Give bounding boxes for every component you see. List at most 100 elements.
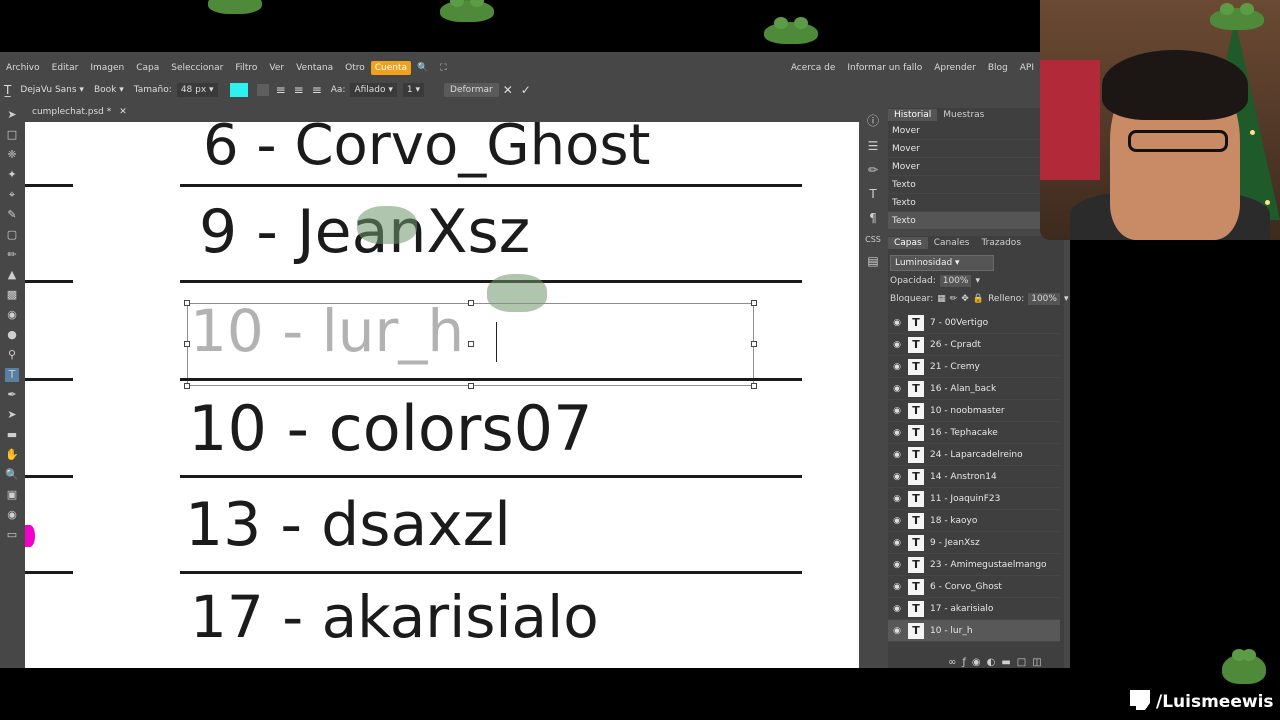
commit-icon[interactable]: ✓ [517, 83, 535, 97]
layer-row[interactable]: ◉ T 17 - akarisialo [888, 598, 1060, 620]
eye-icon[interactable]: ◉ [888, 384, 906, 394]
fullscreen-icon[interactable]: ⛶ [434, 63, 452, 73]
text-color-swatch[interactable] [229, 83, 248, 97]
menu-ver[interactable]: Ver [263, 63, 290, 73]
align-left-icon[interactable]: ≡ [272, 83, 290, 97]
quick-mask-icon[interactable]: ◉ [5, 508, 19, 522]
shape-tool-icon[interactable]: ▬ [5, 428, 19, 442]
menu-api[interactable]: API [1014, 63, 1040, 73]
info-icon[interactable]: ⓘ [867, 112, 879, 129]
document-tab[interactable]: cumplechat.psd * ✕ [24, 104, 128, 119]
menu-imagen[interactable]: Imagen [84, 63, 130, 73]
zoom-tool-icon[interactable]: 🔍 [5, 468, 19, 482]
history-item[interactable]: Texto [888, 212, 1040, 230]
history-item[interactable]: Mover [888, 158, 1040, 176]
cancel-icon[interactable]: ✕ [499, 83, 517, 97]
marquee-tool-icon[interactable]: □ [5, 128, 19, 142]
eye-icon[interactable]: ◉ [888, 362, 906, 372]
text-tool-icon[interactable]: T̲ [0, 83, 15, 97]
layer-row[interactable]: ◉ T 6 - Corvo_Ghost [888, 576, 1060, 598]
move-tool-icon[interactable]: ➤ [5, 108, 19, 122]
image-panel-icon[interactable]: ▤ [867, 254, 878, 268]
search-icon[interactable]: 🔍 [411, 63, 434, 73]
css-panel-icon[interactable]: CSS [865, 235, 881, 244]
character-panel-icon[interactable]: T [869, 187, 876, 201]
layer-row[interactable]: ◉ T 24 - Laparcadelreino [888, 444, 1060, 466]
eye-icon[interactable]: ◉ [888, 406, 906, 416]
lock-pixels-icon[interactable]: ✏ [950, 294, 958, 304]
lock-all-icon[interactable]: 🔒 [973, 294, 984, 304]
tab-capas[interactable]: Capas [888, 237, 928, 249]
lock-transparency-icon[interactable]: ▦ [937, 294, 946, 304]
brush-panel-icon[interactable]: ✏ [868, 163, 878, 177]
patch-tool-icon[interactable]: ▢ [5, 228, 19, 242]
eye-icon[interactable]: ◉ [888, 428, 906, 438]
history-item[interactable]: Texto [888, 176, 1040, 194]
menu-otro[interactable]: Otro [339, 63, 371, 73]
menu-acerca-de[interactable]: Acerca de [785, 63, 842, 73]
eyedropper-icon[interactable]: ✎ [5, 208, 19, 222]
menu-aprender[interactable]: Aprender [928, 63, 982, 73]
layer-row[interactable]: ◉ T 26 - Cpradt [888, 334, 1060, 356]
menu-archivo[interactable]: Archivo [0, 63, 46, 73]
folder-icon[interactable]: ▬ [1001, 657, 1016, 668]
canvas-text-row[interactable]: 13 - dsaxzl [185, 495, 511, 555]
new-layer-icon[interactable]: □ [1017, 657, 1032, 668]
type-tool-icon[interactable]: T [5, 368, 19, 382]
transform-handle[interactable] [751, 300, 757, 306]
transform-bounding-box[interactable] [184, 300, 757, 389]
pen-tool-icon[interactable]: ✒ [5, 388, 19, 402]
menu-editar[interactable]: Editar [46, 63, 85, 73]
stamp-tool-icon[interactable]: ▲ [5, 268, 19, 282]
color-swatches-icon[interactable]: ▣ [5, 488, 19, 502]
chevron-down-icon[interactable]: ▾ [975, 276, 980, 286]
font-size-select[interactable]: 48 px ▾ [176, 83, 218, 97]
eye-icon[interactable]: ◉ [888, 472, 906, 482]
transform-handle[interactable] [184, 383, 190, 389]
canvas[interactable]: 6 - Corvo_Ghost 9 - JeanXsz 10 - lur_h 1… [25, 122, 859, 668]
menu-seleccionar[interactable]: Seleccionar [165, 63, 229, 73]
menu-blog[interactable]: Blog [982, 63, 1014, 73]
layer-row[interactable]: ◉ T 7 - 00Vertigo [888, 312, 1060, 334]
transform-handle[interactable] [468, 341, 474, 347]
canvas-text-row[interactable]: 10 - colors07 [188, 398, 593, 460]
eye-icon[interactable]: ◉ [888, 604, 906, 614]
mask-icon[interactable]: ◉ [972, 657, 987, 668]
lasso-tool-icon[interactable]: ❈ [5, 148, 19, 162]
history-item[interactable]: Mover [888, 140, 1040, 158]
more-options-button[interactable] [256, 84, 269, 96]
chevron-down-icon[interactable]: ▾ [1064, 294, 1069, 304]
layer-row[interactable]: ◉ T 10 - lur_h [888, 620, 1060, 642]
eraser-tool-icon[interactable]: ▩ [5, 288, 19, 302]
menu-filtro[interactable]: Filtro [229, 63, 263, 73]
eye-icon[interactable]: ◉ [888, 450, 906, 460]
blend-mode-select[interactable]: Luminosidad ▾ [890, 255, 994, 271]
eye-icon[interactable]: ◉ [888, 516, 906, 526]
lock-position-icon[interactable]: ✥ [961, 294, 969, 304]
eye-icon[interactable]: ◉ [888, 494, 906, 504]
opacity-input[interactable]: 100% [939, 275, 972, 287]
layer-effects-icon[interactable]: ƒ [962, 657, 972, 668]
magic-wand-icon[interactable]: ✦ [5, 168, 19, 182]
tab-trazados[interactable]: Trazados [975, 237, 1027, 249]
tab-canales[interactable]: Canales [928, 237, 976, 249]
crop-tool-icon[interactable]: ⌖ [5, 188, 19, 202]
eye-icon[interactable]: ◉ [888, 538, 906, 548]
blur-tool-icon[interactable]: ● [5, 328, 19, 342]
bucket-tool-icon[interactable]: ◉ [5, 308, 19, 322]
eye-icon[interactable]: ◉ [888, 560, 906, 570]
layer-row[interactable]: ◉ T 14 - Anstron14 [888, 466, 1060, 488]
brush-tool-icon[interactable]: ✏ [5, 248, 19, 262]
link-layers-icon[interactable]: ∞ [948, 657, 962, 668]
layer-row[interactable]: ◉ T 10 - noobmaster [888, 400, 1060, 422]
layer-row[interactable]: ◉ T 21 - Cremy [888, 356, 1060, 378]
align-right-icon[interactable]: ≡ [308, 83, 326, 97]
tab-historial[interactable]: Historial [888, 109, 938, 121]
font-family-select[interactable]: DejaVu Sans ▾ [15, 85, 89, 95]
font-style-select[interactable]: Book ▾ [89, 85, 129, 95]
layer-row[interactable]: ◉ T 9 - JeanXsz [888, 532, 1060, 554]
eye-icon[interactable]: ◉ [888, 318, 906, 328]
history-item[interactable]: Texto [888, 194, 1040, 212]
canvas-text-row[interactable]: 17 - akarisialo [190, 588, 599, 646]
antialias-select[interactable]: Afilado ▾ [350, 83, 397, 97]
